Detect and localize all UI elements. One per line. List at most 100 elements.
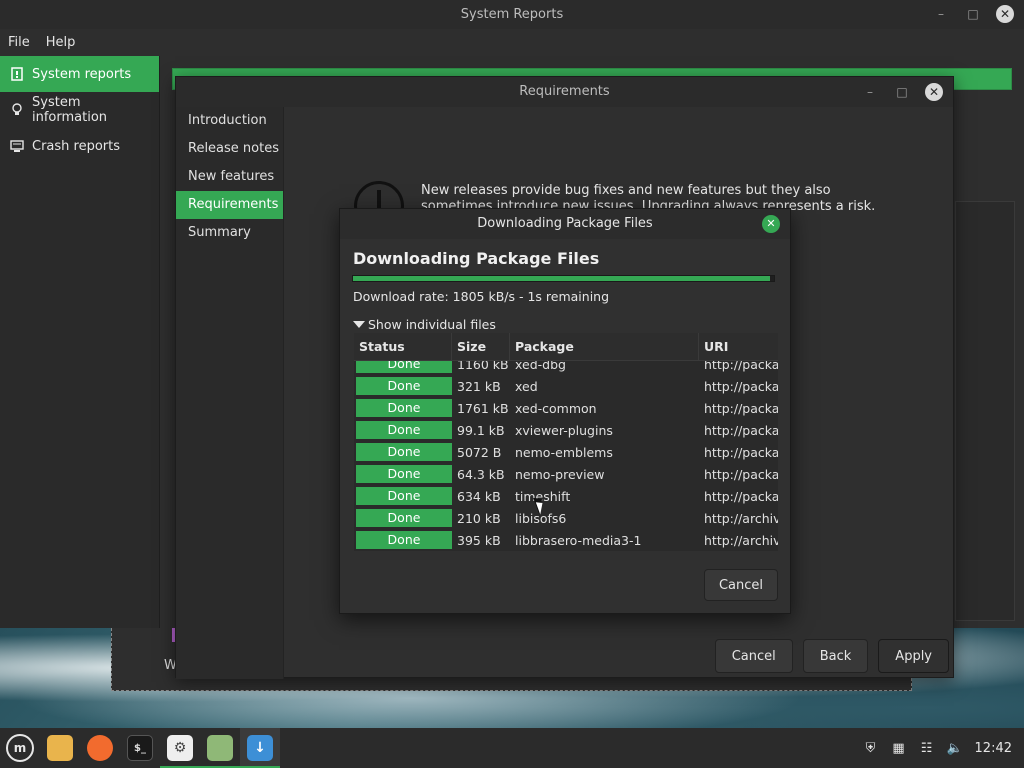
status-done-badge: Done [356,361,452,373]
table-body[interactable]: Done 1160 kB xed-dbg http://packa Done 321 kB… [354,361,778,551]
close-icon[interactable]: ✕ [762,215,780,233]
download-cancel-button[interactable]: Cancel [704,569,778,601]
sidebar-item-system-information[interactable]: System information [0,92,159,128]
download-titlebar[interactable]: Downloading Package Files ✕ [340,209,790,239]
shield-icon[interactable]: ⛨ [863,740,879,756]
status-done-badge: Done [356,465,452,483]
download-rate: Download rate: 1805 kB/s - 1s remaining [353,289,610,304]
crash-icon [10,139,24,153]
progress-fill [353,276,770,281]
cell-uri: http://packa [704,466,778,482]
column-header-status[interactable]: Status [354,333,452,360]
cell-size: 321 kB [457,378,501,394]
cell-uri: http://packa [704,422,778,438]
close-icon[interactable]: ✕ [925,83,943,101]
files-icon [47,735,73,761]
cell-uri: http://archiv [704,510,778,526]
status-done-badge: Done [356,443,452,461]
nav-requirements[interactable]: Requirements [176,191,283,219]
download-icon: ↓ [247,735,273,761]
cell-uri: http://packa [704,361,778,372]
report-icon [10,67,24,81]
settings-icon: ⚙ [167,735,193,761]
requirements-titlebar[interactable]: Requirements – □ ✕ [176,77,953,107]
taskbar-downloads[interactable]: ↓ [240,728,280,768]
download-title: Downloading Package Files [477,216,653,231]
taskbar: m $_ ⚙ ↓ ⛨ ▦ ☷ 🔈 12:42 [0,728,1024,768]
files-table: Status Size Package URI Done 1160 kB xed-d… [354,333,778,551]
system-tray: ⛨ ▦ ☷ 🔈 12:42 [863,728,1012,768]
main-sidebar: System reports System information Crash … [0,56,160,628]
taskbar-firefox[interactable] [80,728,120,768]
back-button[interactable]: Back [802,639,869,673]
show-files-expander[interactable]: Show individual files [353,317,496,332]
nav-release-notes[interactable]: Release notes [176,135,283,163]
main-window-title: System Reports [460,7,564,22]
cell-package: libbrasero-media3-1 [515,532,642,548]
sidebar-item-system-reports[interactable]: System reports [0,56,159,92]
status-done-badge: Done [356,421,452,439]
column-header-size[interactable]: Size [452,333,510,360]
cell-size: 1761 kB [457,400,509,416]
main-titlebar[interactable]: System Reports – □ ✕ [0,0,1024,29]
cell-package: xed-dbg [515,361,566,372]
menu-help[interactable]: Help [46,35,76,50]
column-header-uri[interactable]: URI [699,333,778,360]
taskbar-terminal[interactable]: $_ [120,728,160,768]
cell-size: 395 kB [457,532,501,548]
table-row[interactable]: Done 64.3 kB nemo-preview http://packa [354,463,778,485]
expander-triangle-icon [353,321,365,328]
cell-package: nemo-emblems [515,444,613,460]
table-row[interactable]: Done 321 kB xed http://packa [354,375,778,397]
taskbar-update-manager[interactable] [200,728,240,768]
cell-size: 634 kB [457,488,501,504]
table-row[interactable]: Done 210 kB libisofs6 http://archiv [354,507,778,529]
network-icon[interactable]: ☷ [919,740,935,756]
volume-icon[interactable]: 🔈 [946,740,962,756]
cell-package: nemo-preview [515,466,605,482]
sidebar-item-label: Crash reports [32,138,121,154]
status-done-badge: Done [356,377,452,395]
table-row[interactable]: Done 5072 B nemo-emblems http://packa [354,441,778,463]
clock[interactable]: 12:42 [975,741,1012,756]
sidebar-item-crash-reports[interactable]: Crash reports [0,128,159,164]
menu-file[interactable]: File [8,35,30,50]
table-row[interactable]: Done 99.1 kB xviewer-plugins http://packa [354,419,778,441]
cell-package: xviewer-plugins [515,422,613,438]
minimize-icon[interactable]: – [932,5,950,23]
cell-uri: http://archiv [704,532,778,548]
menu-button[interactable]: m [0,728,40,768]
minimize-icon[interactable]: – [861,83,879,101]
nav-new-features[interactable]: New features [176,163,283,191]
status-done-badge: Done [356,399,452,417]
cancel-button[interactable]: Cancel [714,639,793,673]
cell-size: 210 kB [457,510,501,526]
nav-summary[interactable]: Summary [176,219,283,247]
table-row[interactable]: Done 1761 kB xed-common http://packa [354,397,778,419]
lightbulb-icon [10,103,24,117]
terminal-icon: $_ [127,735,153,761]
clipboard-icon[interactable]: ▦ [891,740,907,756]
taskbar-settings[interactable]: ⚙ [160,728,200,768]
maximize-icon[interactable]: □ [893,83,911,101]
status-done-badge: Done [356,509,452,527]
status-done-badge: Done [356,531,452,549]
apply-button[interactable]: Apply [878,639,949,673]
menu-icon: m [6,734,34,762]
download-dialog: Downloading Package Files ✕ Downloading … [339,208,791,614]
maximize-icon[interactable]: □ [964,5,982,23]
cell-size: 5072 B [457,444,502,460]
cell-uri: http://packa [704,488,778,504]
cell-package: xed [515,378,538,394]
nav-introduction[interactable]: Introduction [176,107,283,135]
status-done-badge: Done [356,487,452,505]
cell-package: xed-common [515,400,597,416]
table-row[interactable]: Done 395 kB libbrasero-media3-1 http://arch… [354,529,778,551]
cell-uri: http://packa [704,400,778,416]
table-row[interactable]: Done 1160 kB xed-dbg http://packa [354,361,778,375]
table-row[interactable]: Done 634 kB timeshift http://packa [354,485,778,507]
column-header-package[interactable]: Package [510,333,699,360]
cell-size: 1160 kB [457,361,509,372]
close-icon[interactable]: ✕ [996,5,1014,23]
taskbar-files[interactable] [40,728,80,768]
